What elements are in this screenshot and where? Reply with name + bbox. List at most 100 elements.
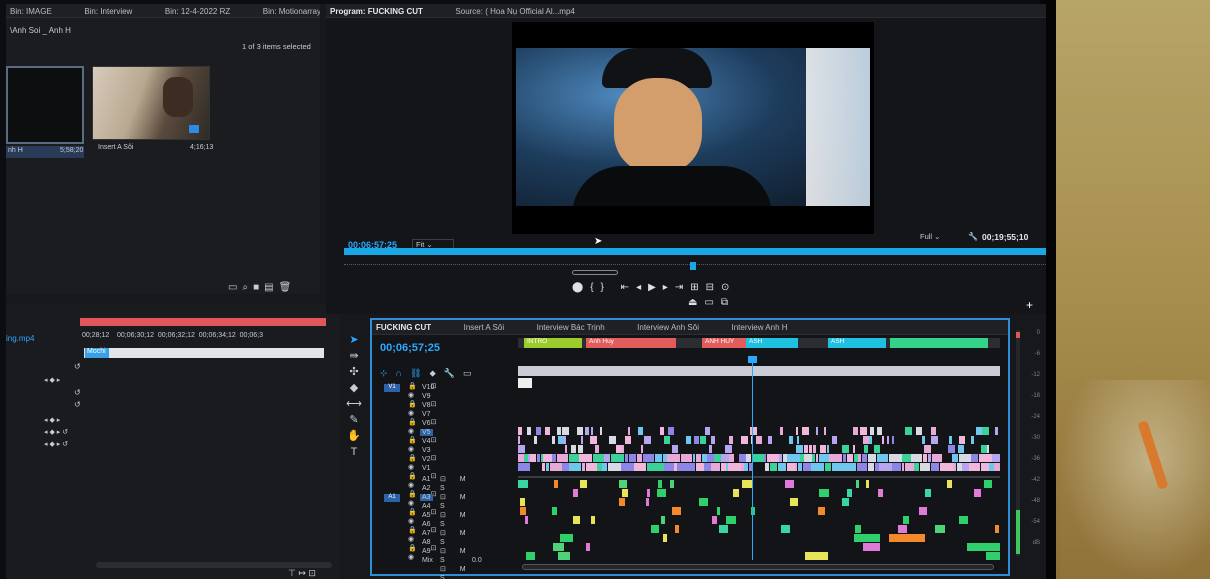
tab-program[interactable]: Program: FUCKING CUT (330, 7, 423, 16)
video-clip[interactable] (711, 436, 715, 444)
video-clip[interactable] (600, 427, 602, 435)
video-clip[interactable] (995, 427, 998, 435)
audio-clip[interactable] (959, 516, 968, 524)
video-clip[interactable] (948, 445, 955, 453)
audio-clip[interactable] (586, 543, 590, 551)
video-clip[interactable] (604, 454, 610, 462)
marker-anh-huy[interactable]: Anh Huy (586, 338, 676, 348)
video-clip[interactable] (827, 445, 829, 453)
video-clip[interactable] (825, 463, 831, 471)
video-clip[interactable] (542, 463, 545, 471)
video-clip[interactable] (820, 445, 826, 453)
video-clip[interactable] (971, 436, 974, 444)
video-clip[interactable] (829, 454, 842, 462)
video-clip[interactable] (637, 454, 642, 462)
video-clip[interactable] (557, 427, 561, 435)
video-clip[interactable] (569, 454, 579, 462)
video-clip[interactable] (608, 463, 621, 471)
audio-clip[interactable] (733, 489, 739, 497)
video-clip[interactable] (530, 454, 536, 462)
video-clip[interactable] (664, 463, 674, 471)
slip-tool-icon[interactable]: ⟷ (342, 396, 366, 412)
audio-clip[interactable] (520, 507, 526, 515)
audio-clip[interactable] (842, 498, 849, 506)
tab-bin-interview[interactable]: Bin: Interview (84, 7, 132, 16)
program-playhead[interactable] (690, 262, 696, 270)
video-clip[interactable] (882, 436, 884, 444)
video-clip[interactable] (689, 463, 695, 471)
video-clip[interactable] (552, 454, 556, 462)
video-clip[interactable] (728, 463, 741, 471)
video-clip[interactable] (813, 445, 816, 453)
step-back-icon[interactable]: ◂ (636, 282, 648, 293)
video-clip[interactable] (796, 445, 803, 453)
video-clip[interactable] (892, 463, 901, 471)
effects-bottom-icons[interactable]: ⊤ ↦ ⊡ (288, 568, 316, 579)
track-a2[interactable]: A2 (422, 485, 431, 492)
export-frame-icon[interactable]: ⊙ (721, 282, 736, 293)
video-clip[interactable] (778, 463, 786, 471)
video-clip[interactable] (593, 454, 604, 462)
audio-clip[interactable] (526, 552, 535, 560)
track-a1[interactable]: A1 (422, 476, 431, 483)
program-scrub-bar[interactable] (344, 248, 1046, 255)
video-clip[interactable] (768, 436, 772, 444)
video-clip[interactable] (625, 436, 631, 444)
timeline-horizontal-scrollbar[interactable] (522, 564, 994, 570)
video-clip[interactable] (824, 427, 826, 435)
video-clip[interactable] (864, 445, 868, 453)
audio-clip[interactable] (898, 525, 907, 533)
video-clip[interactable] (789, 436, 793, 444)
mix-value[interactable]: 0.0 (472, 557, 482, 564)
zoom-scroll-handle[interactable] (572, 270, 618, 275)
safe-margins-icon[interactable]: ▭ (704, 297, 720, 308)
track-a9[interactable]: A9 (422, 548, 431, 555)
video-clip[interactable] (932, 454, 942, 462)
video-clip[interactable] (700, 436, 706, 444)
marker-intro[interactable]: INTRO (524, 338, 582, 348)
audio-clip[interactable] (573, 516, 580, 524)
video-clip[interactable] (809, 445, 812, 453)
video-clip[interactable] (582, 463, 585, 471)
source-clip-bar[interactable] (84, 348, 324, 358)
video-clip[interactable] (527, 427, 531, 435)
video-clip[interactable] (923, 454, 927, 462)
video-clip[interactable] (694, 436, 699, 444)
audio-clip[interactable] (805, 552, 828, 560)
video-clip[interactable] (920, 463, 930, 471)
video-clip[interactable] (780, 427, 783, 435)
tab-interview-bac-trinh[interactable]: Interview Bác Trịnh (537, 323, 605, 332)
audio-clip[interactable] (663, 534, 667, 542)
timeline-timecode[interactable]: 00;06;57;25 (380, 342, 440, 354)
video-clip[interactable] (677, 463, 689, 471)
video-clip[interactable] (602, 463, 607, 471)
video-clip[interactable] (860, 427, 867, 435)
video-clip[interactable] (916, 427, 922, 435)
video-clip[interactable] (868, 454, 876, 462)
timeline-playhead-handle[interactable] (748, 356, 757, 363)
video-clip[interactable] (853, 445, 855, 453)
comparison-view-icon[interactable]: ⧉ (721, 297, 735, 308)
video-clip[interactable] (655, 463, 664, 471)
video-clip[interactable] (595, 445, 599, 453)
new-item-icon[interactable]: ▤ (264, 282, 278, 293)
video-clip[interactable] (940, 463, 953, 471)
video-clip[interactable] (931, 427, 936, 435)
search-icon[interactable]: ⌕ (242, 282, 253, 293)
video-clip[interactable] (877, 427, 882, 435)
keyframe-nav-1[interactable]: ◂ ◆ ▸ (44, 376, 60, 384)
video-clip[interactable] (571, 445, 576, 453)
audio-clip[interactable] (712, 516, 717, 524)
video-clip[interactable] (643, 454, 654, 462)
video-clip[interactable] (905, 427, 912, 435)
audio-clip[interactable] (935, 525, 945, 533)
video-clip[interactable] (591, 427, 593, 435)
video-clip[interactable] (770, 463, 777, 471)
video-clip[interactable] (796, 427, 798, 435)
video-clip[interactable] (992, 454, 1000, 462)
audio-clip[interactable] (554, 480, 558, 488)
audio-clip[interactable] (742, 480, 752, 488)
tab-interview-anh-soi[interactable]: Interview Anh Sôi (637, 323, 699, 332)
wrench-icon[interactable]: 🔧 (968, 232, 978, 241)
video-clip[interactable] (969, 463, 980, 471)
